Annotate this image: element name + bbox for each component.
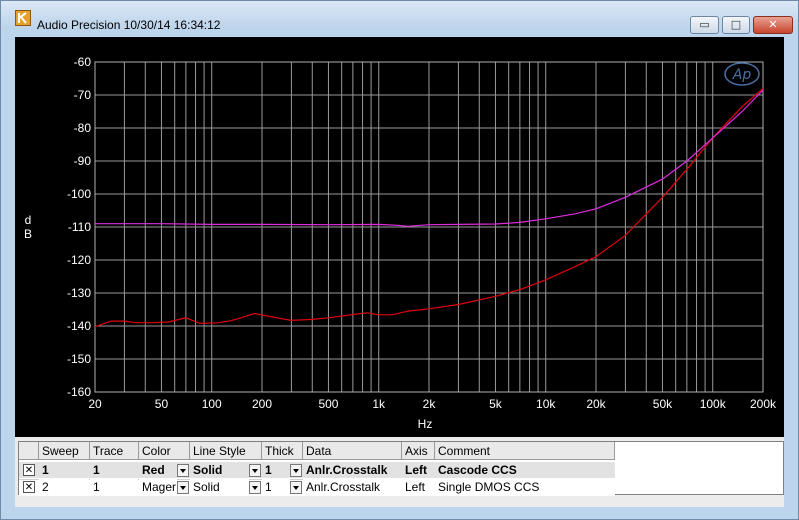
maximize-button[interactable]: □ — [722, 16, 750, 34]
axis-cell[interactable]: Left — [402, 462, 435, 478]
x-tick-label: 5k — [489, 397, 503, 411]
y-tick-label: -60 — [74, 55, 92, 69]
x-axis-label: Hz — [418, 417, 433, 431]
table-header-sweep[interactable]: Sweep — [39, 442, 90, 460]
x-tick-label: 1k — [372, 397, 386, 411]
y-tick-label: -70 — [74, 88, 92, 102]
y-tick-label: -130 — [67, 286, 91, 300]
x-tick-label: 100k — [700, 397, 727, 411]
y-tick-label: -150 — [67, 352, 91, 366]
app-window: Audio Precision 10/30/14 16:34:12 ▭ □ ✕ … — [0, 0, 799, 520]
window-title: Audio Precision 10/30/14 16:34:12 — [37, 18, 221, 32]
title-bar[interactable]: Audio Precision 10/30/14 16:34:12 ▭ □ ✕ — [1, 1, 798, 34]
y-tick-label: -140 — [67, 319, 91, 333]
y-tick-label: -90 — [74, 154, 92, 168]
app-icon[interactable] — [15, 10, 31, 26]
y-axis-label: B — [24, 227, 32, 241]
comment-cell[interactable]: Cascode CCS — [435, 462, 615, 478]
table-header-data[interactable]: Data — [303, 442, 402, 460]
thick-cell[interactable]: 1 — [262, 479, 290, 495]
thick-dropdown[interactable] — [290, 464, 302, 477]
client-area: -60 -70 -80 -90 -100 -110 -120 -130 -140 -150 -160… — [15, 37, 784, 507]
maximize-icon: □ — [730, 18, 742, 31]
x-tick-label: 500 — [318, 397, 338, 411]
color-dropdown[interactable] — [177, 481, 189, 494]
table-header-axis[interactable]: Axis — [402, 442, 435, 460]
x-tick-label: 200k — [750, 397, 777, 411]
close-button[interactable]: ✕ — [753, 16, 793, 34]
y-tick-label: -120 — [67, 253, 91, 267]
table-header-thick[interactable]: Thick — [262, 442, 303, 460]
thick-dropdown[interactable] — [290, 481, 302, 494]
color-cell[interactable]: Mager — [139, 479, 177, 495]
table-header-trace[interactable]: Trace — [90, 442, 139, 460]
crosstalk-chart[interactable]: -60-70-80-90-100-110-120-130-140-150-160… — [15, 37, 784, 437]
thick-cell[interactable]: 1 — [262, 462, 290, 478]
y-tick-label: -80 — [74, 121, 92, 135]
row-visible-checkbox[interactable]: ✕ — [23, 481, 35, 493]
line-style-dropdown[interactable] — [249, 464, 261, 477]
color-cell[interactable]: Red — [139, 462, 177, 478]
line-style-cell[interactable]: Solid — [190, 479, 249, 495]
table-header-color[interactable]: Color — [139, 442, 190, 460]
ap-logo-text: Ap — [732, 67, 752, 83]
row-visible-checkbox[interactable]: ✕ — [23, 464, 35, 476]
x-tick-label: 10k — [536, 397, 556, 411]
y-axis-label: d — [25, 213, 32, 227]
data-cell[interactable]: Anlr.Crosstalk — [303, 462, 402, 478]
x-tick-label: 2k — [423, 397, 437, 411]
minimize-button[interactable]: ▭ — [690, 16, 719, 34]
line-style-cell[interactable]: Solid — [190, 462, 249, 478]
plot-area: -60 -70 -80 -90 -100 -110 -120 -130 -140 -150 -160… — [15, 37, 784, 437]
x-tick-label: 20 — [88, 397, 102, 411]
table-header-check — [19, 442, 39, 460]
table-header-line-style[interactable]: Line Style — [190, 442, 262, 460]
x-tick-label: 50k — [653, 397, 673, 411]
sweep-cell[interactable]: 1 — [39, 462, 89, 478]
trace-cell[interactable]: 1 — [90, 462, 138, 478]
x-tick-label: 100 — [202, 397, 222, 411]
sweep-cell[interactable]: 2 — [39, 479, 89, 495]
x-tick-label: 200 — [252, 397, 272, 411]
y-tick-label: -100 — [67, 187, 91, 201]
data-cell[interactable]: Anlr.Crosstalk — [303, 479, 402, 495]
table-header-comment[interactable]: Comment — [435, 442, 615, 460]
color-dropdown[interactable] — [177, 464, 189, 477]
axis-cell[interactable]: Left — [402, 479, 435, 495]
y-tick-label: -110 — [68, 220, 91, 234]
line-style-dropdown[interactable] — [249, 481, 261, 494]
close-icon: ✕ — [768, 18, 778, 31]
ap-logo: Ap — [724, 62, 760, 86]
x-tick-label: 20k — [586, 397, 606, 411]
sweep-table: Sweep Trace Color Line Style Thick Data … — [18, 441, 784, 496]
trace-cell[interactable]: 1 — [90, 479, 138, 495]
x-tick-label: 50 — [155, 397, 169, 411]
comment-cell[interactable]: Single DMOS CCS — [435, 479, 615, 495]
minimize-icon: ▭ — [699, 18, 710, 31]
